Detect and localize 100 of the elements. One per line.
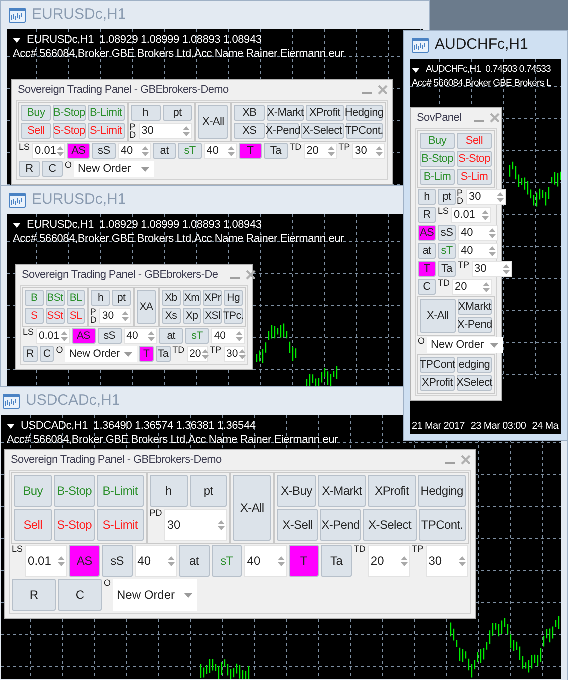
toggle-button[interactable]: sS [102,545,133,577]
panel-button[interactable]: at [178,545,210,577]
order-type-dropdown[interactable]: New Order [427,337,504,353]
panel-button[interactable]: X-Select [363,509,417,541]
panel-button[interactable]: C [58,579,102,611]
panel-button[interactable]: X-Sell [277,509,318,541]
panel-button[interactable]: at [159,328,184,344]
panel-button[interactable]: XMarkt [458,299,492,315]
toggle-button[interactable]: AS [418,225,436,241]
number-field[interactable]: 30 [352,143,386,159]
panel-button[interactable]: R [12,579,56,611]
number-field[interactable]: 30 [99,308,131,324]
toggle-button[interactable]: T [418,261,436,277]
number-field[interactable]: 40 [458,225,498,241]
order-type-dropdown[interactable]: New Order [74,161,154,177]
number-field[interactable]: 0.01 [25,545,68,577]
panel-button[interactable]: at [418,243,436,259]
number-field[interactable]: 40 [458,243,498,259]
panel-button[interactable]: X-Buy [277,475,316,507]
number-field[interactable]: 30 [138,123,192,139]
number-field[interactable]: 40 [244,545,287,577]
panel-button[interactable]: h [418,189,436,205]
panel-button[interactable]: Hg [224,290,243,306]
number-field[interactable]: 30 [426,545,468,577]
toggle-button[interactable]: T [139,346,154,362]
number-field[interactable]: 30 [466,189,506,205]
panel-button[interactable]: X-Pend [266,123,300,139]
number-field[interactable]: 20 [304,143,337,159]
panel-button[interactable]: pt [162,105,192,121]
panel-button[interactable]: at [152,143,176,159]
panel-button[interactable]: Xb [162,290,181,306]
panel-button[interactable]: XB [234,105,265,121]
panel-button[interactable]: XProfit [306,105,344,121]
number-field[interactable]: 20 [368,545,410,577]
panel-button[interactable]: pt [438,189,456,205]
number-field[interactable]: 0.01 [451,207,492,223]
number-field[interactable]: 40 [211,328,245,344]
panel-button[interactable]: TPCont. [346,123,383,139]
panel-button[interactable]: Xm [182,290,202,306]
panel-button[interactable]: XProfit [368,475,416,507]
number-field[interactable]: 0.01 [32,143,65,159]
panel-button[interactable]: TPCont [420,357,455,373]
number-field[interactable]: 20 [186,346,208,362]
number-field[interactable]: 0.01 [36,328,70,344]
panel-button[interactable]: XSl [203,308,222,324]
toggle-button[interactable]: AS [66,143,90,159]
field-label: O [417,336,426,346]
toggle-button[interactable]: Ta [156,346,171,362]
panel-button[interactable]: h [150,475,188,507]
panel-button[interactable]: XProfit [420,375,455,391]
panel-button[interactable]: XS [234,123,265,139]
panel-button[interactable]: R [19,161,40,177]
panel-button[interactable]: Xp [182,308,202,324]
toggle-button[interactable]: Ta [321,545,352,577]
toggle-button[interactable]: sS [438,225,456,241]
toggle-button[interactable]: AS [69,545,100,577]
panel-button[interactable]: Xs [162,308,181,324]
panel-button[interactable]: X-Markt [266,105,304,121]
panel-button[interactable]: XA [137,290,156,324]
number-field[interactable]: 40 [134,545,177,577]
toggle-button[interactable]: Ta [264,143,288,159]
panel-button[interactable]: X-All [420,299,456,333]
panel-button[interactable]: TPc. [224,308,243,324]
number-field[interactable]: 40 [118,143,151,159]
panel-button[interactable]: X-Select [301,123,344,139]
panel-button[interactable]: h [130,105,161,121]
panel-button[interactable]: Hedging [418,475,466,507]
toggle-button[interactable]: AS [72,328,96,344]
order-type-dropdown[interactable]: New Order [65,346,138,362]
panel-button[interactable]: X-Pend [320,509,362,541]
order-type-dropdown[interactable]: New Order [113,579,198,611]
number-field[interactable]: 20 [452,279,492,295]
panel-button[interactable]: C [42,161,63,177]
number-field[interactable]: 40 [204,143,237,159]
toggle-button[interactable]: T [288,545,320,577]
toggle-button[interactable]: sS [92,143,116,159]
panel-button[interactable]: X-Pend [458,317,492,333]
number-field[interactable]: 40 [124,328,158,344]
panel-button[interactable]: X-Markt [318,475,366,507]
panel-button[interactable]: pt [190,475,228,507]
panel-button[interactable]: edging [457,357,492,373]
number-field[interactable]: 30 [224,346,245,362]
panel-button[interactable]: XSelect [457,375,492,391]
panel-button[interactable]: TPCont. [418,509,466,541]
toggle-button[interactable]: Ta [438,261,456,277]
panel-button[interactable]: R [23,346,38,362]
panel-button[interactable]: X-All [233,475,272,541]
panel-button[interactable]: Hedging [346,105,383,121]
panel-button[interactable]: XPr [203,290,222,306]
panel-button[interactable]: C [418,279,436,295]
panel-button[interactable]: C [40,346,54,362]
toggle-button[interactable]: T [238,143,262,159]
number-field[interactable]: 30 [164,509,228,541]
panel-button[interactable]: R [418,207,436,223]
panel-button[interactable]: pt [112,290,131,306]
panel-button[interactable]: X-All [198,105,228,139]
toggle-button[interactable]: sS [98,328,122,344]
panel-button[interactable]: h [91,290,110,306]
caret-down-icon [141,166,150,172]
number-field[interactable]: 30 [472,261,512,277]
